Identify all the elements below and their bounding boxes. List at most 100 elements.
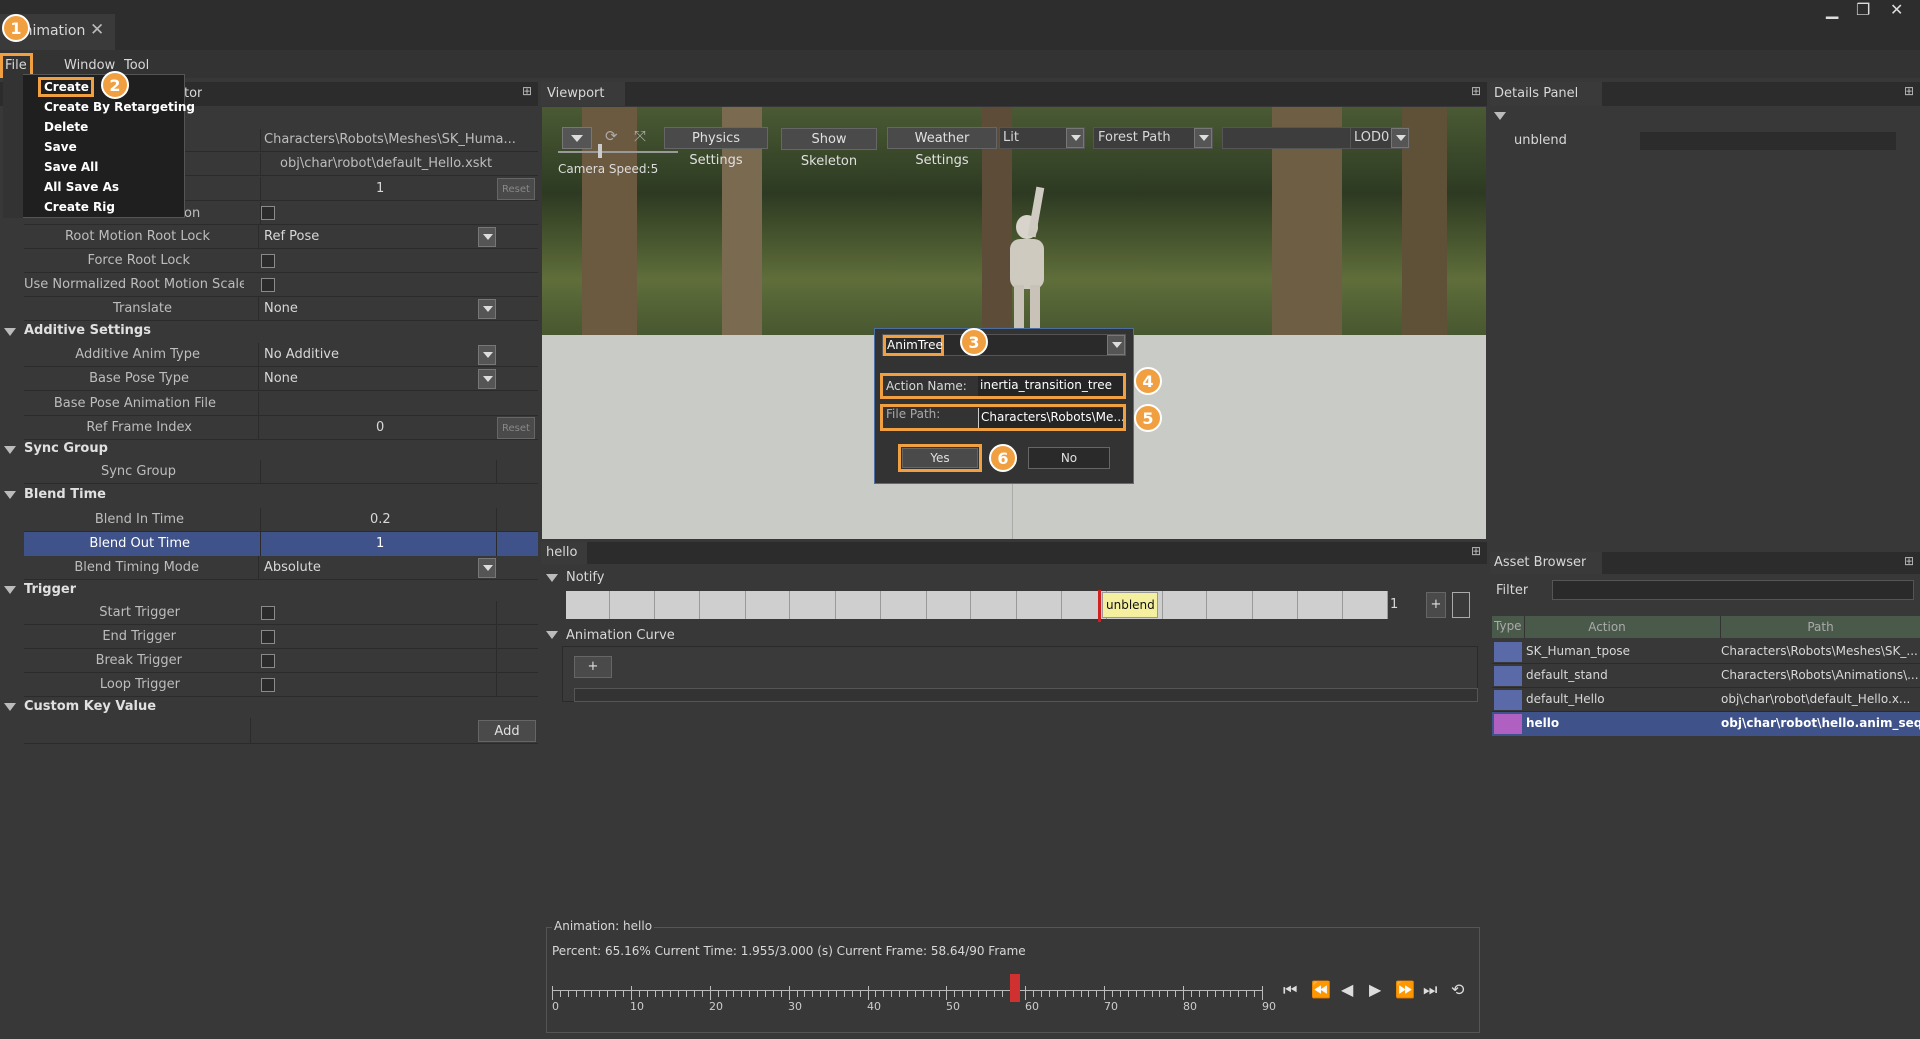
- force-root-lock-checkbox[interactable]: [261, 254, 275, 268]
- column-type[interactable]: Type: [1494, 619, 1522, 633]
- camera-speed-handle[interactable]: [598, 144, 602, 158]
- blend-in-time-value[interactable]: 0.2: [370, 512, 391, 527]
- physics-settings-button[interactable]: Physics Settings: [664, 127, 768, 168]
- notify-track[interactable]: [566, 591, 1389, 619]
- use-normalized-checkbox[interactable]: [261, 278, 275, 292]
- expand-triangle-icon[interactable]: [4, 491, 16, 499]
- chevron-down-icon[interactable]: [478, 345, 496, 365]
- chevron-down-icon[interactable]: [478, 369, 496, 389]
- playhead-scrubber[interactable]: [1009, 974, 1020, 1002]
- camera-speed-slider[interactable]: [558, 151, 678, 153]
- scene-dropdown[interactable]: Forest Path: [1093, 127, 1213, 149]
- rotate-icon[interactable]: ⟳: [605, 127, 618, 145]
- file-path-input[interactable]: Characters\Robots\Me...: [978, 408, 1123, 428]
- menu-item-create-by-retargeting[interactable]: Create By Retargeting: [44, 100, 195, 114]
- chevron-down-icon[interactable]: [1194, 128, 1212, 148]
- table-row[interactable]: default_Hello obj\char\robot\default_Hel…: [1492, 688, 1920, 712]
- base-pose-type-value[interactable]: None: [264, 371, 298, 386]
- break-trigger-checkbox[interactable]: [261, 654, 275, 668]
- skip-to-end-icon[interactable]: ⏭: [1423, 980, 1437, 1000]
- skip-to-start-icon[interactable]: ⏮: [1283, 980, 1297, 1000]
- partial-checkbox[interactable]: [261, 206, 275, 220]
- root-motion-root-lock-value[interactable]: Ref Pose: [264, 229, 319, 244]
- show-skeleton-button[interactable]: Show Skeleton: [781, 128, 877, 169]
- additive-anim-type-value[interactable]: No Additive: [264, 347, 339, 362]
- menu-item-save[interactable]: Save: [44, 140, 77, 154]
- minimize-icon[interactable]: ▁: [1826, 0, 1838, 19]
- xskt-path-value[interactable]: obj\char\robot\default_Hello.xskt: [280, 156, 520, 171]
- frame-scale[interactable]: 0 10 20 30 40 50 60 70 80 90: [552, 974, 1276, 1020]
- expand-triangle-icon[interactable]: [4, 446, 16, 454]
- column-path[interactable]: Path: [1721, 620, 1920, 634]
- menu-item-create-rig[interactable]: Create Rig: [44, 200, 115, 214]
- trigger-header[interactable]: Trigger: [24, 582, 76, 597]
- chevron-down-icon[interactable]: [478, 299, 496, 319]
- menu-item-delete[interactable]: Delete: [44, 120, 88, 134]
- filter-input[interactable]: [1552, 580, 1914, 600]
- action-name-input[interactable]: inertia_transition_tree: [978, 376, 1123, 396]
- custom-key-value-header[interactable]: Custom Key Value: [24, 699, 156, 714]
- reset-button[interactable]: Reset: [497, 417, 535, 439]
- play-icon[interactable]: ▶: [1369, 980, 1381, 999]
- expand-triangle-icon[interactable]: [1494, 112, 1506, 120]
- translate-value[interactable]: None: [264, 301, 298, 316]
- chevron-down-icon[interactable]: [1066, 128, 1084, 148]
- curve-add-button[interactable]: +: [574, 656, 612, 678]
- additive-settings-header[interactable]: Additive Settings: [24, 323, 151, 338]
- table-row-selected[interactable]: hello obj\char\robot\hello.anim_seq...: [1492, 712, 1920, 736]
- curve-track[interactable]: [574, 688, 1478, 702]
- notify-header[interactable]: Notify: [566, 570, 604, 585]
- expand-triangle-icon[interactable]: [4, 328, 16, 336]
- table-row[interactable]: default_stand Characters\Robots\Animatio…: [1492, 664, 1920, 688]
- notify-scroll-handle[interactable]: [1452, 592, 1470, 618]
- notify-add-button[interactable]: +: [1426, 592, 1446, 618]
- start-trigger-checkbox[interactable]: [261, 606, 275, 620]
- loop-trigger-checkbox[interactable]: [261, 678, 275, 692]
- expand-triangle-icon[interactable]: [4, 586, 16, 594]
- details-item-field[interactable]: [1640, 132, 1896, 150]
- menu-item-all-save-as[interactable]: All Save As: [44, 180, 119, 194]
- menu-item-save-all[interactable]: Save All: [44, 160, 98, 174]
- step-back-icon[interactable]: ⏪: [1311, 980, 1331, 999]
- ref-frame-index-value[interactable]: 0: [376, 420, 384, 435]
- menu-tool[interactable]: Tool: [124, 58, 149, 73]
- end-trigger-checkbox[interactable]: [261, 630, 275, 644]
- notify-marker[interactable]: unblend: [1102, 592, 1158, 618]
- timeline-tab[interactable]: hello: [546, 545, 577, 560]
- blend-timing-mode-value[interactable]: Absolute: [264, 560, 321, 575]
- chevron-down-icon[interactable]: [478, 558, 496, 578]
- play-reverse-icon[interactable]: ◀: [1341, 980, 1353, 999]
- menu-item-create[interactable]: Create: [44, 80, 89, 94]
- loop-icon[interactable]: ⟲: [1451, 980, 1464, 999]
- skeleton-path-value[interactable]: Characters\Robots\Meshes\SK_Huma...: [264, 132, 524, 147]
- table-row[interactable]: SK_Human_tpose Characters\Robots\Meshes\…: [1492, 640, 1920, 664]
- expand-triangle-icon[interactable]: [4, 703, 16, 711]
- blend-out-time-value[interactable]: 1: [376, 536, 384, 551]
- window-close-icon[interactable]: ✕: [1890, 0, 1903, 19]
- lit-dropdown[interactable]: Lit: [999, 127, 1085, 149]
- restore-icon[interactable]: ❐: [1856, 0, 1870, 19]
- dock-icon[interactable]: ⊞: [1471, 544, 1481, 558]
- expand-triangle-icon[interactable]: [546, 631, 558, 639]
- expand-triangle-icon[interactable]: [546, 574, 558, 582]
- dock-icon[interactable]: ⊞: [1904, 84, 1914, 98]
- chevron-down-icon[interactable]: [478, 227, 496, 247]
- lod-dropdown[interactable]: LOD0: [1350, 127, 1410, 149]
- scale-icon[interactable]: ⤧: [634, 127, 646, 145]
- step-forward-icon[interactable]: ⏩: [1395, 980, 1415, 999]
- blend-time-header[interactable]: Blend Time: [24, 487, 106, 502]
- toolbar-filter-icon[interactable]: [562, 127, 592, 149]
- no-button[interactable]: No: [1028, 447, 1110, 469]
- yes-button[interactable]: Yes: [902, 448, 978, 468]
- chevron-down-icon[interactable]: [1391, 128, 1409, 148]
- reset-button[interactable]: Reset: [497, 178, 535, 200]
- weather-settings-button[interactable]: Weather Settings: [887, 127, 997, 168]
- sync-group-header[interactable]: Sync Group: [24, 441, 108, 456]
- dock-icon[interactable]: ⊞: [1904, 554, 1914, 568]
- column-action[interactable]: Action: [1526, 620, 1688, 634]
- dock-icon[interactable]: ⊞: [1471, 84, 1481, 98]
- chevron-down-icon[interactable]: [1107, 335, 1125, 355]
- blend-out-time-row[interactable]: Blend Out Time 1: [24, 532, 538, 556]
- value-one[interactable]: 1: [376, 181, 384, 196]
- close-icon[interactable]: ✕: [90, 20, 104, 40]
